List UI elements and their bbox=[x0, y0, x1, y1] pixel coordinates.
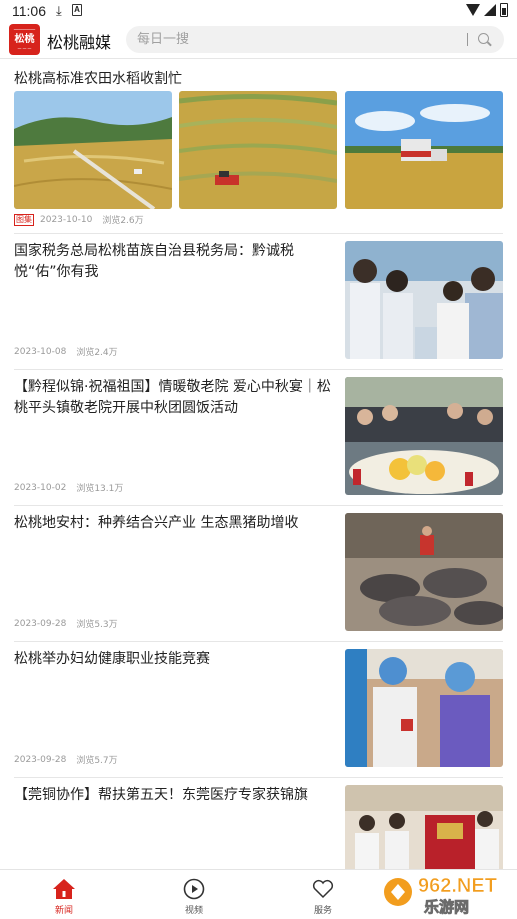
watermark-text-bottom: 乐游网 bbox=[424, 898, 469, 916]
article-views: 浏览5.7万 bbox=[76, 756, 118, 766]
tab-video[interactable]: 视频 bbox=[169, 876, 219, 916]
row-divider bbox=[14, 369, 503, 370]
nfc-icon: A bbox=[72, 4, 82, 16]
gallery-meta: 图集 2023-10-10 浏览2.6万 bbox=[14, 213, 154, 229]
site-watermark: 962.NET 乐游网 bbox=[378, 868, 513, 916]
article-title: 【黔程似锦·祝福祖国】情暖敬老院 爱心中秋宴｜松桃平头镇敬老院开展中秋团圆饭活动 bbox=[14, 379, 331, 416]
tab-label: 服务 bbox=[313, 906, 332, 916]
app-logo: ───── 松桃 ─ ─ ─ bbox=[9, 24, 40, 55]
watermark-text-top: 962.NET bbox=[418, 875, 497, 897]
row-divider bbox=[14, 505, 503, 506]
article-title: 国家税务总局松桃苗族自治县税务局：黔诚税悦“佑”你有我 bbox=[14, 243, 294, 280]
rice-field-photo-1[interactable] bbox=[14, 91, 172, 209]
search-separator bbox=[467, 33, 468, 46]
article-meta: 2023-10-08 浏览2.4万 bbox=[14, 345, 128, 359]
search-bar[interactable] bbox=[126, 26, 504, 53]
tab-news[interactable]: 新闻 bbox=[39, 876, 89, 916]
gallery-tag: 图集 bbox=[14, 213, 34, 226]
article-date: 2023-10-02 bbox=[14, 482, 67, 493]
list-item[interactable]: 【黔程似锦·祝福祖国】情暖敬老院 爱心中秋宴｜松桃平头镇敬老院开展中秋团圆饭活动… bbox=[0, 369, 517, 505]
article-views: 浏览2.4万 bbox=[76, 348, 118, 358]
list-item[interactable]: 松桃地安村：种养结合兴产业 生态黑猪助增收 2023-09-28 浏览5.3万 bbox=[0, 505, 517, 641]
medical-skills-photo[interactable] bbox=[345, 649, 503, 767]
heart-icon bbox=[312, 879, 334, 899]
article-meta: 2023-10-02 浏览13.1万 bbox=[14, 481, 133, 495]
row-divider bbox=[14, 641, 503, 642]
gallery-item[interactable]: 松桃高标准农田水稻收割忙 图集 2023-10-10 浏览2.6万 bbox=[0, 59, 517, 234]
article-date: 2023-10-08 bbox=[14, 346, 67, 357]
app-name: 松桃融媒 bbox=[47, 33, 112, 52]
nursing-home-feast-photo[interactable] bbox=[345, 377, 503, 495]
status-bar: 11:06 ⤓ A bbox=[0, 0, 517, 22]
status-time: 11:06 bbox=[12, 3, 46, 19]
tab-label: 视频 bbox=[184, 906, 203, 916]
rice-field-photo-3[interactable] bbox=[345, 91, 503, 209]
download-icon: ⤓ bbox=[56, 3, 62, 18]
gallery-title: 松桃高标准农田水稻收割忙 bbox=[14, 71, 182, 87]
tab-services[interactable]: 服务 bbox=[298, 876, 348, 916]
wifi-icon bbox=[466, 4, 480, 16]
article-date: 2023-09-28 bbox=[14, 754, 67, 765]
play-icon bbox=[183, 878, 205, 900]
search-input[interactable] bbox=[137, 30, 457, 49]
article-views: 浏览5.3万 bbox=[76, 620, 118, 630]
row-divider bbox=[14, 233, 503, 234]
article-meta: 2023-09-28 浏览5.3万 bbox=[14, 617, 128, 631]
tab-label: 新闻 bbox=[54, 906, 73, 916]
signal-icon bbox=[484, 4, 496, 16]
home-icon bbox=[53, 879, 75, 899]
article-title: 松桃地安村：种养结合兴产业 生态黑猪助增收 bbox=[14, 515, 299, 531]
article-title: 【莞铜协作】帮扶第五天！东莞医疗专家获锦旗 bbox=[14, 787, 308, 803]
list-item[interactable]: 【莞铜协作】帮扶第五天！东莞医疗专家获锦旗 bbox=[0, 777, 517, 869]
tax-officials-photo[interactable] bbox=[345, 241, 503, 359]
search-icon[interactable] bbox=[478, 33, 489, 44]
row-divider bbox=[14, 777, 503, 778]
battery-icon bbox=[500, 3, 508, 17]
gallery-views: 浏览2.6万 bbox=[102, 216, 144, 226]
article-title: 松桃举办妇幼健康职业技能竞赛 bbox=[14, 651, 210, 667]
gallery-date: 2023-10-10 bbox=[40, 214, 93, 225]
article-views: 浏览13.1万 bbox=[76, 484, 124, 494]
list-item[interactable]: 国家税务总局松桃苗族自治县税务局：黔诚税悦“佑”你有我 2023-10-08 浏览… bbox=[0, 233, 517, 369]
rice-field-photo-2[interactable] bbox=[179, 91, 337, 209]
black-pigs-photo[interactable] bbox=[345, 513, 503, 631]
list-item[interactable]: 松桃举办妇幼健康职业技能竞赛 2023-09-28 浏览5.7万 bbox=[0, 641, 517, 777]
banner-award-photo[interactable] bbox=[345, 785, 503, 869]
top-bar: ───── 松桃 ─ ─ ─ 松桃融媒 bbox=[0, 22, 517, 58]
article-date: 2023-09-28 bbox=[14, 618, 67, 629]
article-meta: 2023-09-28 浏览5.7万 bbox=[14, 753, 128, 767]
